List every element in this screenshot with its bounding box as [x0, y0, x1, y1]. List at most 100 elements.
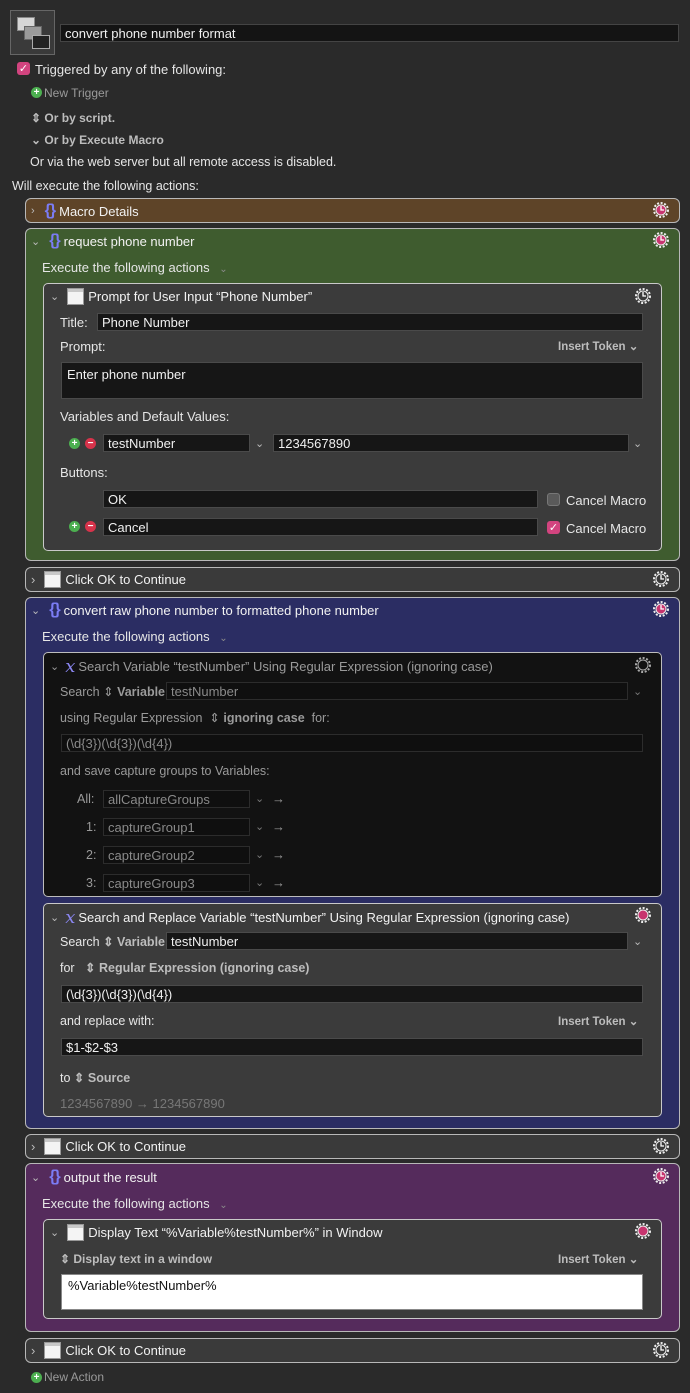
gear-icon[interactable]	[651, 599, 671, 619]
arrow-right-icon[interactable]: →	[272, 875, 285, 890]
regex-x-icon: x	[65, 656, 76, 677]
chevron-right-icon[interactable]: ›	[31, 1139, 35, 1154]
gear-icon[interactable]	[651, 569, 671, 589]
variable-default-field[interactable]: 1234567890	[273, 434, 629, 452]
chevron-down-icon[interactable]: ⌄	[255, 876, 264, 889]
macro-title-field[interactable]: convert phone number format	[60, 24, 679, 42]
gear-icon[interactable]	[633, 1221, 653, 1241]
chevron-down-icon[interactable]: ⌄	[31, 1171, 40, 1184]
add-action-icon[interactable]: +	[31, 1372, 42, 1383]
arrow-right-icon[interactable]: →	[272, 819, 285, 834]
replace-regex-field[interactable]: (\d{3})(\d{3})(\d{4})	[61, 985, 643, 1003]
arrow-right-icon[interactable]: →	[272, 847, 285, 862]
replace-with-field[interactable]: $1-$2-$3	[61, 1038, 643, 1056]
execute-actions-label[interactable]: Execute the following actions ⌄	[42, 1196, 228, 1211]
chevron-down-icon[interactable]: ⌄	[31, 604, 40, 617]
remove-button-icon[interactable]: −	[85, 521, 96, 532]
window-icon	[44, 1342, 62, 1359]
chevron-right-icon[interactable]: ›	[31, 1343, 35, 1358]
arrow-right-icon[interactable]: →	[272, 791, 285, 806]
search-regex-field[interactable]: (\d{3})(\d{3})(\d{4})	[61, 734, 643, 752]
gear-icon[interactable]	[633, 286, 653, 306]
or-by-execute-label: Or by Execute Macro	[44, 133, 164, 147]
default-dropdown-icon[interactable]: ⌄	[633, 437, 642, 450]
replace-title: Search and Replace Variable “testNumber”…	[78, 910, 570, 925]
capture-variable-field[interactable]: captureGroup1	[103, 818, 250, 836]
display-mode-popup[interactable]: ⇕ Display text in a window	[60, 1252, 212, 1266]
capture-variable-field[interactable]: captureGroup3	[103, 874, 250, 892]
chevron-down-icon[interactable]: ⌄	[50, 1226, 59, 1239]
insert-token-button[interactable]: Insert Token ⌄	[558, 1252, 638, 1266]
variable-dropdown-icon[interactable]: ⌄	[255, 437, 264, 450]
add-trigger-icon[interactable]: +	[31, 87, 42, 98]
or-by-script-toggle[interactable]: ⇕ Or by script.	[31, 111, 115, 125]
gear-icon[interactable]	[633, 655, 653, 675]
chevron-down-icon[interactable]: ⌄	[50, 911, 59, 924]
capture-variable-field[interactable]: captureGroup2	[103, 846, 250, 864]
save-captures-label: and save capture groups to Variables:	[60, 764, 270, 778]
chevron-down-icon[interactable]: ⌄	[633, 935, 642, 948]
gear-icon[interactable]	[651, 230, 671, 250]
output-group-header[interactable]: ⌄ {} output the result	[31, 1168, 157, 1186]
button2-cancel-label: Cancel Macro	[566, 521, 647, 536]
macro-details-header[interactable]: › {} Macro Details	[31, 202, 139, 220]
execute-actions-label[interactable]: Execute the following actions ⌄	[42, 260, 228, 275]
gear-icon[interactable]	[633, 905, 653, 925]
chevron-down-icon[interactable]: ⌄	[31, 235, 40, 248]
chevron-down-icon[interactable]: ⌄	[50, 660, 59, 673]
click-ok-header-3[interactable]: › Click OK to Continue	[31, 1342, 186, 1359]
chevron-down-icon[interactable]: ⌄	[255, 848, 264, 861]
gear-icon[interactable]	[651, 1166, 671, 1186]
or-by-execute-toggle[interactable]: ⌄ Or by Execute Macro	[31, 133, 164, 147]
button1-cancel-checkbox[interactable]	[547, 493, 560, 506]
group-braces-icon: {}	[49, 1168, 60, 1185]
capture-label: 2:	[86, 848, 97, 862]
display-text-field[interactable]: %Variable%testNumber%	[61, 1274, 643, 1310]
convert-group-header[interactable]: ⌄ {} convert raw phone number to formatted…	[31, 601, 379, 619]
prompt-header[interactable]: ⌄ Prompt for User Input “Phone Number”	[50, 288, 312, 305]
chevron-down-icon[interactable]: ⌄	[255, 792, 264, 805]
chevron-down-icon[interactable]: ⌄	[255, 820, 264, 833]
or-by-script-label: Or by script.	[44, 111, 116, 125]
chevron-down-icon[interactable]: ⌄	[633, 685, 642, 698]
click-ok-header-2[interactable]: › Click OK to Continue	[31, 1138, 186, 1155]
window-icon	[44, 571, 62, 588]
search-header[interactable]: ⌄ x Search Variable “testNumber” Using Reg…	[50, 656, 493, 677]
variable-name-field[interactable]: testNumber	[103, 434, 250, 452]
chevron-right-icon[interactable]: ›	[31, 205, 35, 217]
display-header[interactable]: ⌄ Display Text “%Variable%testNumber%” in…	[50, 1224, 383, 1241]
button2-field[interactable]: Cancel	[103, 518, 538, 536]
button2-cancel-checkbox[interactable]: ✓	[547, 521, 560, 534]
new-action-link[interactable]: New Action	[44, 1370, 104, 1384]
prompt-label: Prompt:	[60, 339, 106, 354]
replace-variable-field[interactable]: testNumber	[166, 932, 628, 950]
to-source-popup[interactable]: ⇕ Source	[74, 1071, 130, 1085]
replace-header[interactable]: ⌄ x Search and Replace Variable “testNumbe…	[50, 907, 569, 928]
click-ok-header-1[interactable]: › Click OK to Continue	[31, 571, 186, 588]
macro-icon[interactable]	[10, 10, 55, 55]
variables-label: Variables and Default Values:	[60, 409, 230, 424]
insert-token-button[interactable]: Insert Token ⌄	[558, 1014, 638, 1028]
execute-actions-label[interactable]: Execute the following actions ⌄	[42, 629, 228, 644]
request-group-header[interactable]: ⌄ {} request phone number	[31, 232, 194, 250]
add-variable-icon[interactable]: +	[69, 438, 80, 449]
add-button-icon[interactable]: +	[69, 521, 80, 532]
capture-variable-field[interactable]: allCaptureGroups	[103, 790, 250, 808]
button1-cancel-label: Cancel Macro	[566, 493, 647, 508]
prompt-textarea[interactable]: Enter phone number	[61, 362, 643, 399]
search-variable-field[interactable]: testNumber	[166, 682, 628, 700]
gear-icon[interactable]	[651, 1340, 671, 1360]
triggered-checkbox[interactable]: ✓	[17, 62, 30, 75]
title-field[interactable]: Phone Number	[97, 313, 643, 331]
button1-field[interactable]: OK	[103, 490, 538, 508]
new-trigger-link[interactable]: New Trigger	[44, 86, 109, 100]
regex-mode-popup[interactable]: ⇕ Regular Expression (ignoring case)	[85, 961, 309, 975]
remove-variable-icon[interactable]: −	[85, 438, 96, 449]
click-ok-title: Click OK to Continue	[65, 1343, 187, 1358]
chevron-down-icon[interactable]: ⌄	[50, 290, 59, 303]
chevron-right-icon[interactable]: ›	[31, 572, 35, 587]
insert-token-button[interactable]: Insert Token ⌄	[558, 339, 638, 353]
gear-icon[interactable]	[651, 1136, 671, 1156]
gear-icon[interactable]	[651, 200, 671, 220]
replace-for-label: for ⇕ Regular Expression (ignoring case)	[60, 961, 310, 975]
